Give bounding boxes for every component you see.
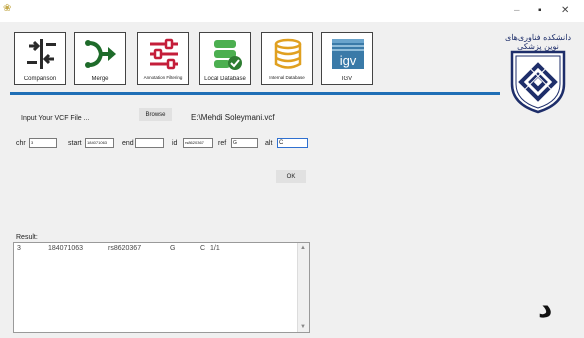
- tool-label: IGV: [341, 76, 353, 82]
- sliders-icon: [150, 38, 178, 70]
- maximize-button[interactable]: ▪: [538, 6, 542, 16]
- overlay-letter: د: [538, 291, 553, 324]
- comparison-button[interactable]: Comparison: [14, 32, 66, 85]
- scroll-up-icon[interactable]: ▲: [300, 245, 306, 251]
- igv-icon: igv: [332, 39, 364, 69]
- tool-label: Local Database: [204, 76, 246, 82]
- start-field[interactable]: 184071063: [85, 138, 114, 148]
- end-label: end: [122, 140, 134, 147]
- ref-label: ref: [218, 140, 227, 147]
- database-check-icon: [214, 40, 242, 70]
- compare-arrows-icon: [27, 39, 56, 69]
- file-path-text: E:\Mehdi Soleymani.vcf: [191, 113, 275, 122]
- tool-label: Annotation Filtering: [143, 75, 183, 80]
- local-database-button[interactable]: Local Database: [199, 32, 251, 85]
- university-emblem: [510, 50, 566, 114]
- result-start: 184071063: [48, 245, 84, 252]
- tool-label: Merge: [91, 76, 109, 82]
- result-genotype: 1/1: [210, 245, 220, 252]
- start-label: start: [68, 140, 82, 147]
- result-list[interactable]: 3 184071063 rs8620367 G C 1/1 ▲ ▼: [13, 242, 310, 333]
- ref-field[interactable]: G: [231, 138, 258, 148]
- igv-button[interactable]: igv IGV: [321, 32, 373, 85]
- browse-button[interactable]: Browse: [139, 108, 172, 121]
- result-id: rs8620367: [108, 245, 142, 252]
- ok-button[interactable]: OK: [276, 170, 306, 183]
- igv-logo-text: igv: [340, 53, 357, 68]
- id-label: id: [172, 140, 178, 147]
- database-icon: [274, 38, 302, 69]
- result-chr: 3: [17, 245, 21, 252]
- result-scrollbar[interactable]: ▲ ▼: [297, 243, 309, 332]
- result-ref: G: [170, 245, 176, 252]
- id-field[interactable]: rs8620367: [183, 138, 213, 148]
- tool-label: Comparison: [23, 76, 57, 82]
- app-icon: ❀: [3, 3, 12, 14]
- merge-button[interactable]: Merge: [74, 32, 126, 85]
- header-divider: [10, 92, 500, 95]
- alt-label: alt: [265, 140, 273, 147]
- minimize-button[interactable]: –: [514, 6, 520, 16]
- merge-icon: [85, 40, 116, 68]
- close-button[interactable]: ✕: [561, 6, 569, 16]
- tool-label: Internal Database: [269, 75, 305, 80]
- result-alt: C: [200, 245, 206, 252]
- end-field[interactable]: [135, 138, 164, 148]
- vcf-file-label: Input Your VCF File ...: [21, 115, 90, 122]
- result-label: Result:: [16, 234, 38, 241]
- chr-label: chr: [16, 140, 26, 147]
- scroll-down-icon[interactable]: ▼: [300, 324, 306, 330]
- alt-field[interactable]: C: [277, 138, 308, 148]
- internal-database-button[interactable]: Internal Database: [261, 32, 313, 85]
- chr-field[interactable]: 3: [29, 138, 57, 148]
- annotation-filtering-button[interactable]: Annotation Filtering: [137, 32, 189, 85]
- title-bar: ❀ – ▪ ✕: [0, 0, 584, 22]
